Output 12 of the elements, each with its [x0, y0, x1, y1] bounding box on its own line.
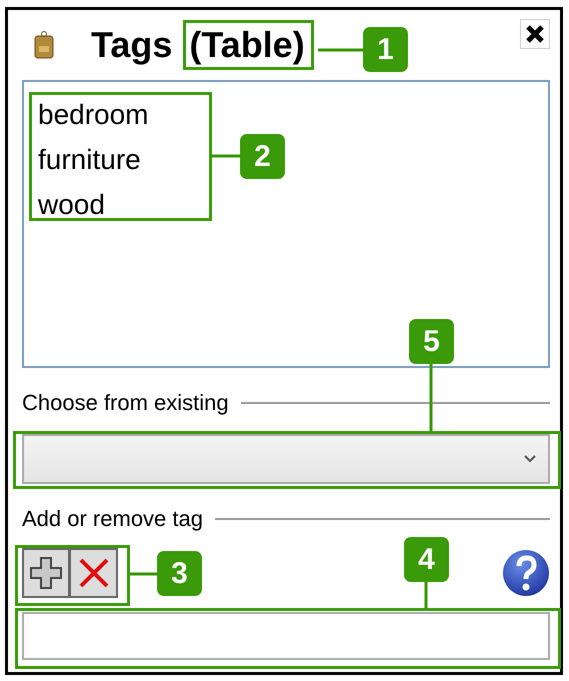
callout-badge: 5 [409, 319, 454, 364]
callout-badge: 3 [157, 551, 202, 596]
callout-badge: 4 [404, 537, 449, 582]
callout-badge: 2 [240, 134, 285, 179]
tag-item[interactable]: bedroom [38, 92, 149, 137]
tag-item[interactable]: wood [38, 182, 105, 227]
window-title: Tags [91, 27, 172, 63]
section-label: Add or remove tag [22, 506, 203, 532]
tag-item[interactable]: furniture [38, 137, 141, 182]
section-label: Choose from existing [22, 390, 229, 416]
window-subtitle: (Table) [189, 24, 305, 65]
callout-badge: 1 [363, 27, 408, 72]
